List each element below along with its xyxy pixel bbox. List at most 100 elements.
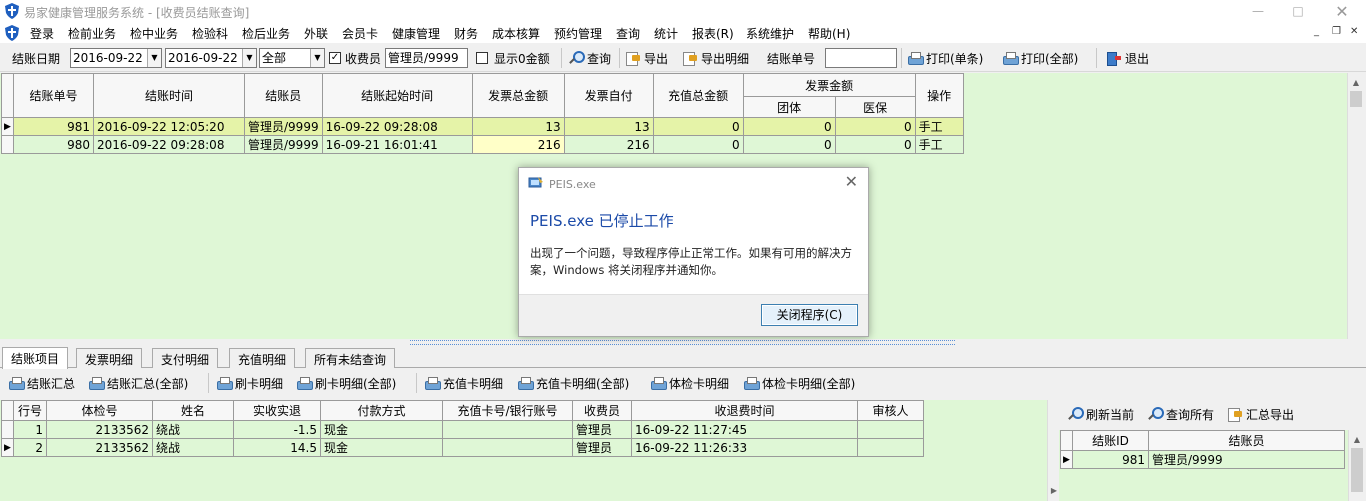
invoice-self-cell[interactable]: 13: [563, 117, 654, 136]
dropdown-arrow-icon[interactable]: ▼: [310, 49, 324, 67]
query-button[interactable]: 查询: [568, 48, 611, 68]
invoice-total-cell[interactable]: 13: [471, 117, 565, 136]
col-header-operation[interactable]: 操作: [914, 73, 964, 118]
start-time-cell[interactable]: 16-09-22 09:28:08: [321, 117, 473, 136]
time-cell[interactable]: 16-09-22 11:26:33: [631, 438, 858, 457]
bill-time-cell[interactable]: 2016-09-22 12:05:20: [93, 117, 245, 136]
col-header-line[interactable]: 行号: [13, 400, 47, 421]
settle-summary-button[interactable]: 结账汇总: [8, 373, 75, 393]
bill-no-cell[interactable]: 981: [13, 117, 94, 136]
recharge-card-detail-all-button[interactable]: 充值卡明细(全部): [517, 373, 629, 393]
col-header-exam-no[interactable]: 体检号: [46, 400, 153, 421]
exit-button[interactable]: 退出: [1106, 48, 1149, 68]
bill-time-cell[interactable]: 2016-09-22 09:28:08: [93, 135, 245, 154]
scrollbar-thumb[interactable]: [1350, 91, 1362, 107]
group-cell[interactable]: 0: [742, 117, 836, 136]
insurance-cell[interactable]: 0: [834, 135, 916, 154]
minimize-button[interactable]: —: [1238, 0, 1278, 23]
amount-cell[interactable]: -1.5: [233, 420, 321, 439]
exam-card-detail-button[interactable]: 体检卡明细: [650, 373, 729, 393]
refresh-current-button[interactable]: 刷新当前: [1067, 404, 1134, 424]
mdi-minimize-button[interactable]: _: [1314, 26, 1319, 37]
col-header-settlement-id[interactable]: 结账ID: [1072, 430, 1149, 451]
invoice-self-cell[interactable]: 216: [563, 135, 654, 154]
dropdown-arrow-icon[interactable]: ▼: [242, 49, 256, 67]
print-all-button[interactable]: 打印(全部): [1002, 48, 1078, 68]
menu-cost[interactable]: 成本核算: [492, 25, 540, 42]
date-to-picker[interactable]: 2016-09-22 ▼: [165, 48, 257, 68]
col-header-invoice-total[interactable]: 发票总金额: [471, 73, 565, 118]
splitter-handle[interactable]: [410, 340, 955, 345]
card-account-cell[interactable]: [442, 420, 573, 439]
col-header-recharge-total[interactable]: 充值总金额: [652, 73, 744, 118]
bill-no-cell[interactable]: 980: [13, 135, 94, 154]
date-from-picker[interactable]: 2016-09-22 ▼: [70, 48, 162, 68]
invoice-total-cell[interactable]: 216: [471, 135, 565, 154]
menu-member-card[interactable]: 会员卡: [342, 25, 378, 42]
menu-stats[interactable]: 统计: [654, 25, 678, 42]
name-cell[interactable]: 绕战: [152, 438, 234, 457]
cashier-input[interactable]: 管理员/9999: [385, 48, 468, 68]
menu-finance[interactable]: 财务: [454, 25, 478, 42]
detail-grid-scrollbar[interactable]: ▶: [1047, 400, 1059, 501]
payment-method-cell[interactable]: 现金: [320, 438, 443, 457]
mdi-restore-button[interactable]: ❐: [1332, 26, 1341, 37]
table-row[interactable]: ▶ 981 管理员/9999: [1060, 450, 1345, 469]
col-header-bill-no[interactable]: 结账单号: [13, 73, 94, 118]
tab-recharge-detail[interactable]: 充值明细: [229, 348, 296, 368]
time-cell[interactable]: 16-09-22 11:27:45: [631, 420, 858, 439]
close-window-button[interactable]: ✕: [1318, 0, 1366, 23]
recharge-total-cell[interactable]: 0: [652, 135, 744, 154]
col-header-time[interactable]: 收退费时间: [631, 400, 858, 421]
settlement-id-cell[interactable]: 981: [1072, 450, 1149, 469]
close-program-button[interactable]: 关闭程序(C): [761, 304, 858, 326]
menu-login[interactable]: 登录: [30, 25, 54, 42]
menu-query[interactable]: 查询: [616, 25, 640, 42]
recharge-total-cell[interactable]: 0: [652, 117, 744, 136]
start-time-cell[interactable]: 16-09-21 16:01:41: [321, 135, 473, 154]
col-header-cashier[interactable]: 结账员: [244, 73, 323, 118]
col-header-insurance[interactable]: 医保: [834, 96, 916, 118]
table-row[interactable]: 1 2133562 绕战 -1.5 现金 管理员 16-09-22 11:27:…: [1, 420, 924, 439]
cashier-cell[interactable]: 管理员/9999: [244, 135, 323, 154]
recharge-card-detail-button[interactable]: 充值卡明细: [424, 373, 503, 393]
menu-in-exam[interactable]: 检中业务: [130, 25, 178, 42]
col-header-bill-time[interactable]: 结账时间: [93, 73, 245, 118]
main-grid-scrollbar[interactable]: ▲: [1347, 73, 1366, 339]
summary-export-button[interactable]: 汇总导出: [1227, 404, 1294, 424]
tab-invoice-detail[interactable]: 发票明细: [76, 348, 143, 368]
menu-appointment[interactable]: 预约管理: [554, 25, 602, 42]
settler-cell[interactable]: 管理员/9999: [1148, 450, 1345, 469]
settle-summary-all-button[interactable]: 结账汇总(全部): [88, 373, 188, 393]
table-row[interactable]: ▶ 981 2016-09-22 12:05:20 管理员/9999 16-09…: [1, 117, 964, 136]
scroll-up-icon[interactable]: ▲: [1349, 432, 1365, 448]
col-header-invoice-amount[interactable]: 发票金额: [742, 73, 916, 97]
right-grid-scrollbar[interactable]: ▲: [1348, 430, 1366, 501]
col-header-settler[interactable]: 结账员: [1148, 430, 1345, 451]
maximize-button[interactable]: □: [1278, 0, 1318, 23]
card-detail-all-button[interactable]: 刷卡明细(全部): [296, 373, 396, 393]
card-detail-button[interactable]: 刷卡明细: [216, 373, 283, 393]
show-zero-checkbox[interactable]: [476, 52, 488, 64]
menu-post-exam[interactable]: 检后业务: [242, 25, 290, 42]
col-header-amount[interactable]: 实收实退: [233, 400, 321, 421]
cashier-cell[interactable]: 管理员: [572, 438, 632, 457]
tab-settlement-items[interactable]: 结账项目: [2, 347, 69, 369]
menu-help[interactable]: 帮助(H): [808, 25, 850, 42]
mdi-close-button[interactable]: ✕: [1350, 26, 1358, 37]
line-cell[interactable]: 2: [13, 438, 47, 457]
auditor-cell[interactable]: [857, 420, 924, 439]
menu-pre-exam[interactable]: 检前业务: [68, 25, 116, 42]
scrollbar-thumb[interactable]: [1351, 448, 1363, 492]
export-button[interactable]: 导出: [625, 48, 668, 68]
table-row[interactable]: ▶ 2 2133562 绕战 14.5 现金 管理员 16-09-22 11:2…: [1, 438, 924, 457]
query-all-button[interactable]: 查询所有: [1147, 404, 1214, 424]
cashier-cell[interactable]: 管理员: [572, 420, 632, 439]
card-account-cell[interactable]: [442, 438, 573, 457]
col-header-payment-method[interactable]: 付款方式: [320, 400, 443, 421]
exam-card-detail-all-button[interactable]: 体检卡明细(全部): [743, 373, 855, 393]
operation-cell[interactable]: 手工: [914, 135, 964, 154]
col-header-group[interactable]: 团体: [742, 96, 836, 118]
table-row[interactable]: 980 2016-09-22 09:28:08 管理员/9999 16-09-2…: [1, 135, 964, 154]
menu-outreach[interactable]: 外联: [304, 25, 328, 42]
